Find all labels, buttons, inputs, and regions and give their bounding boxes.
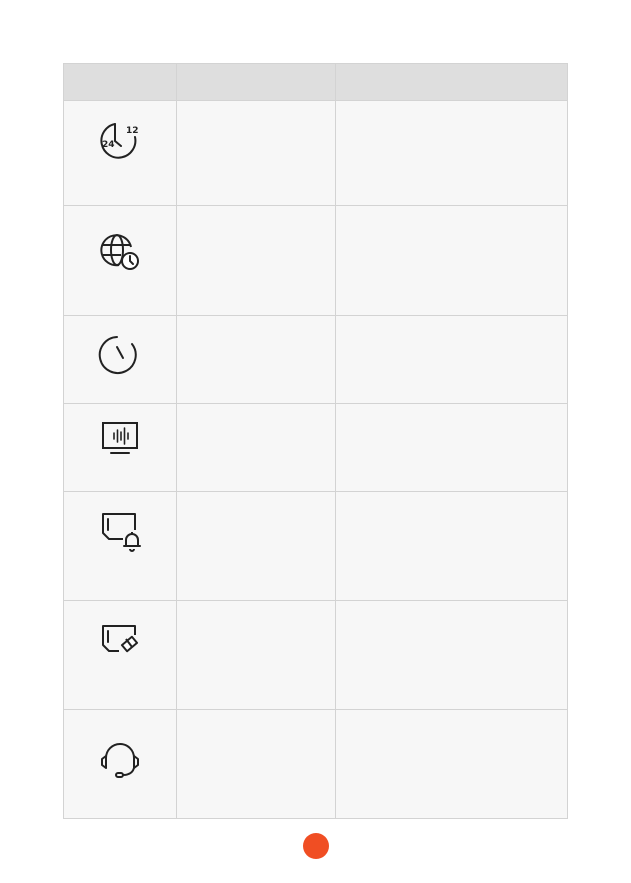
row-name-cell bbox=[176, 491, 336, 601]
row-icon-cell bbox=[63, 205, 177, 316]
table-header-row bbox=[63, 63, 568, 101]
screen-eraser-icon bbox=[64, 617, 176, 667]
row-description-cell bbox=[335, 205, 568, 316]
row-name-cell bbox=[176, 315, 336, 404]
timer-icon bbox=[64, 327, 176, 377]
row-description-cell bbox=[335, 491, 568, 601]
header-description-column bbox=[335, 63, 568, 101]
row-icon-cell bbox=[63, 403, 177, 492]
row-name-cell bbox=[176, 403, 336, 492]
row-description-cell bbox=[335, 600, 568, 710]
clock-24-12-icon: 12 24 bbox=[64, 115, 176, 165]
row-icon-cell: 12 24 bbox=[63, 100, 177, 206]
table-row bbox=[63, 403, 568, 492]
row-description-cell bbox=[335, 403, 568, 492]
svg-text:24: 24 bbox=[102, 140, 115, 150]
header-icon-column bbox=[63, 63, 177, 101]
row-icon-cell bbox=[63, 491, 177, 601]
table-row bbox=[63, 491, 568, 601]
row-name-cell bbox=[176, 100, 336, 206]
row-description-cell bbox=[335, 100, 568, 206]
table-row: 12 24 bbox=[63, 100, 568, 206]
header-name-column bbox=[176, 63, 336, 101]
row-icon-cell bbox=[63, 315, 177, 404]
screen-bell-icon bbox=[64, 508, 176, 558]
globe-clock-icon bbox=[64, 226, 176, 276]
monitor-audio-icon bbox=[64, 416, 176, 466]
row-description-cell bbox=[335, 709, 568, 819]
table-row bbox=[63, 315, 568, 404]
row-name-cell bbox=[176, 600, 336, 710]
row-name-cell bbox=[176, 709, 336, 819]
row-description-cell bbox=[335, 315, 568, 404]
table-row bbox=[63, 709, 568, 819]
svg-text:12: 12 bbox=[126, 126, 139, 136]
feature-table: 12 24 bbox=[63, 63, 568, 819]
headset-icon bbox=[64, 734, 176, 784]
table-row bbox=[63, 205, 568, 316]
page-indicator-dot bbox=[303, 833, 329, 859]
table-row bbox=[63, 600, 568, 710]
row-icon-cell bbox=[63, 709, 177, 819]
row-icon-cell bbox=[63, 600, 177, 710]
row-name-cell bbox=[176, 205, 336, 316]
